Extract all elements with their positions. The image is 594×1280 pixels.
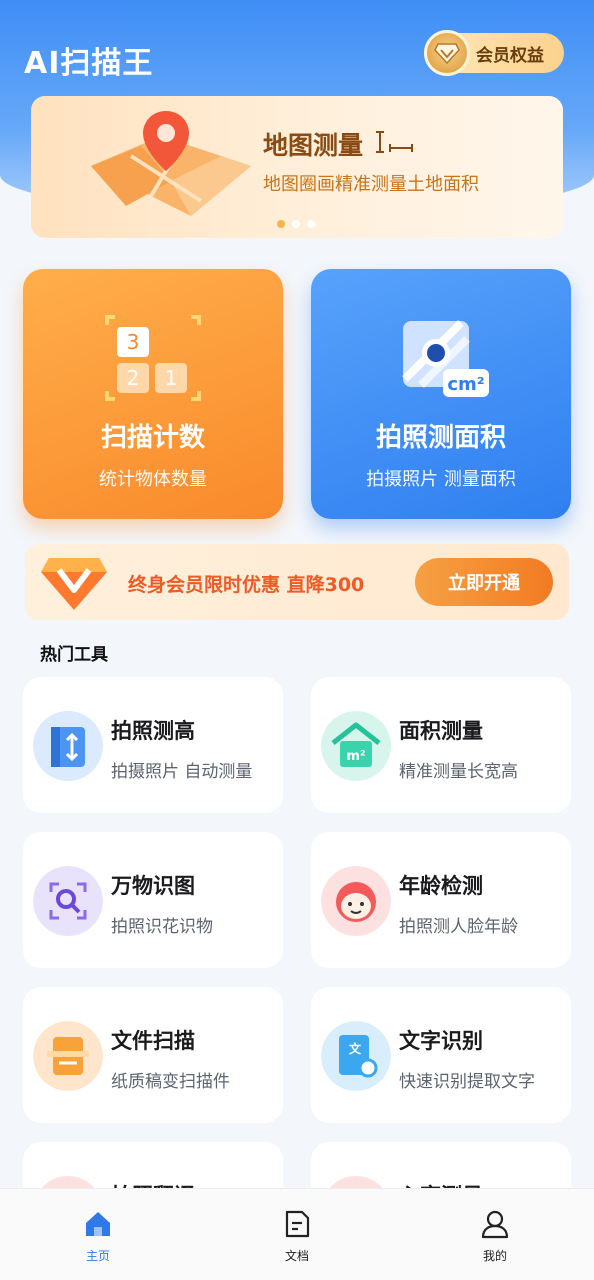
vip-diamond-icon	[424, 30, 470, 76]
tool-text-recognition[interactable]: 文 文字识别 快速识别提取文字	[311, 987, 571, 1123]
height-ruler-icon	[33, 711, 103, 781]
home-icon	[86, 1212, 110, 1236]
activate-now-button[interactable]: 立即开通	[415, 558, 553, 606]
tool-desc: 拍摄照片 自动测量	[111, 762, 253, 782]
svg-text:3: 3	[127, 330, 140, 354]
house-area-icon: m²	[321, 711, 391, 781]
scan-count-title: 扫描计数	[100, 423, 205, 453]
counter-blocks-icon: 3 2 1	[105, 315, 201, 401]
banner-dot	[307, 220, 315, 228]
tool-name: 年龄检测	[399, 874, 483, 898]
image-search-icon	[33, 866, 103, 936]
tab-home-label: 主页	[85, 1249, 110, 1263]
tool-name: 文件扫描	[111, 1029, 195, 1053]
banner-dot	[277, 220, 285, 228]
scan-count-subtitle: 统计物体数量	[99, 469, 207, 490]
tool-desc: 拍照测人脸年龄	[399, 917, 518, 937]
tool-name: 拍照测高	[111, 719, 195, 743]
document-scan-icon	[33, 1021, 103, 1091]
photo-area-title: 拍照测面积	[375, 423, 506, 453]
vip-promo-banner[interactable]: 终身会员限时优惠 直降300 立即开通	[25, 544, 569, 620]
tool-name: 万物识图	[111, 874, 195, 898]
tool-age-detection[interactable]: 年龄检测 拍照测人脸年龄	[311, 832, 571, 968]
photo-area-card[interactable]: cm² 拍照测面积 拍摄照片 测量面积	[311, 269, 571, 519]
map-pin-illustration-icon	[91, 111, 251, 216]
tool-image-recognition[interactable]: 万物识图 拍照识花识物	[23, 832, 283, 968]
banner-dot	[292, 220, 300, 228]
hot-tools-title: 热门工具	[40, 645, 108, 665]
vip-benefits-label: 会员权益	[476, 45, 544, 66]
svg-text:2: 2	[127, 366, 140, 390]
document-icon	[285, 1210, 310, 1238]
svg-text:m²: m²	[346, 749, 365, 764]
tool-desc: 纸质稿变扫描件	[111, 1072, 230, 1092]
banner-pagination	[277, 220, 315, 228]
app-title: AI扫描王	[24, 46, 154, 81]
tab-home[interactable]: 主页	[58, 1209, 138, 1264]
scan-count-card[interactable]: 3 2 1 扫描计数 统计物体数量	[23, 269, 283, 519]
ruler-icon	[376, 131, 413, 153]
photo-area-subtitle: 拍摄照片 测量面积	[366, 469, 516, 490]
face-age-icon	[321, 866, 391, 936]
banner-subtitle: 地图圈画精准测量土地面积	[263, 174, 479, 195]
vip-benefits-button[interactable]: 会员权益	[424, 30, 564, 76]
tab-profile[interactable]: 我的	[455, 1209, 535, 1264]
tool-desc: 快速识别提取文字	[399, 1072, 535, 1092]
svg-text:cm²: cm²	[447, 374, 484, 395]
tool-photo-height[interactable]: 拍照测高 拍摄照片 自动测量	[23, 677, 283, 813]
svg-text:文: 文	[349, 1041, 362, 1056]
tool-name: 面积测量	[399, 719, 483, 743]
tool-name: 文字识别	[399, 1029, 483, 1053]
promo-text: 终身会员限时优惠 直降300	[128, 574, 365, 596]
tab-profile-label: 我的	[482, 1249, 507, 1263]
tool-desc: 拍照识花识物	[111, 917, 213, 937]
bottom-tab-bar: 主页 文档 我的	[0, 1188, 594, 1280]
tool-desc: 精准测量长宽高	[399, 762, 518, 782]
map-measure-banner[interactable]: 地图测量 地图圈画精准测量土地面积	[31, 96, 563, 238]
area-measure-icon: cm²	[402, 320, 489, 397]
user-icon	[481, 1210, 509, 1239]
tool-document-scan[interactable]: 文件扫描 纸质稿变扫描件	[23, 987, 283, 1123]
tab-documents[interactable]: 文档	[257, 1209, 337, 1264]
text-recognition-icon: 文	[321, 1021, 391, 1091]
tab-documents-label: 文档	[284, 1249, 309, 1263]
svg-text:1: 1	[165, 366, 178, 390]
tool-area-measure[interactable]: m² 面积测量 精准测量长宽高	[311, 677, 571, 813]
vip-badge-icon	[41, 558, 107, 610]
banner-title: 地图测量	[263, 131, 364, 160]
